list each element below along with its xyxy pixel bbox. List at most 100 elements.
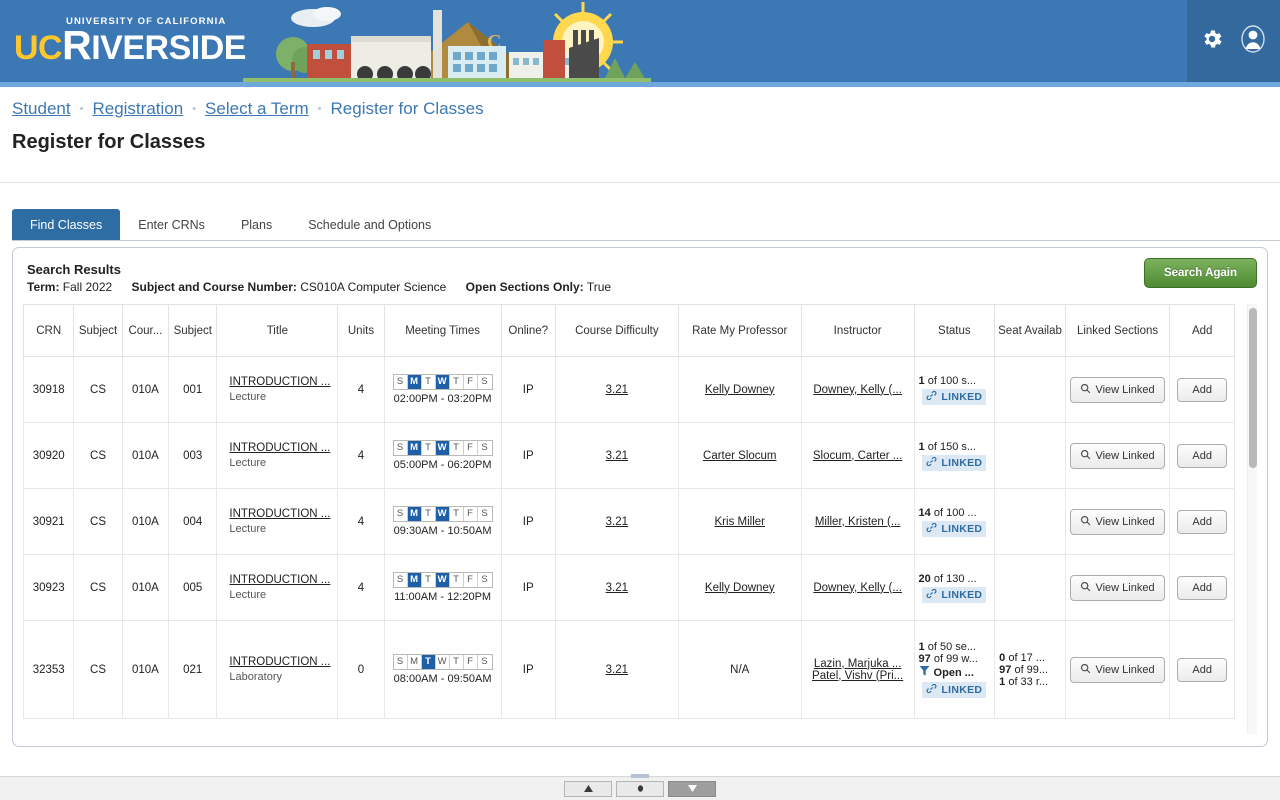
tab-schedule-and-options[interactable]: Schedule and Options [290,209,449,240]
cell-subject: CS [74,489,122,555]
tab-find-classes[interactable]: Find Classes [12,209,120,240]
rate-my-professor-link[interactable]: Carter Slocum [703,450,777,462]
course-difficulty-link[interactable]: 3.21 [606,450,628,462]
cell-instructor[interactable]: Downey, Kelly (... [801,555,914,621]
cell-linked-sections[interactable]: View Linked [1065,555,1170,621]
status-line: 20 of 130 ... [919,573,991,585]
course-difficulty-link[interactable]: 3.21 [606,582,628,594]
cell-title[interactable]: INTRODUCTION ...Lecture [217,489,338,555]
cell-course-difficulty[interactable]: 3.21 [555,621,678,719]
column-header-units[interactable]: Units [338,305,384,357]
cell-instructor[interactable]: Slocum, Carter ... [801,423,914,489]
scroll-dot-button[interactable] [616,781,664,797]
column-header-rate-my-professor[interactable]: Rate My Professor [678,305,801,357]
cell-add[interactable]: Add [1170,489,1235,555]
instructor-link[interactable]: Downey, Kelly (... [813,582,902,594]
view-linked-button[interactable]: View Linked [1070,657,1164,683]
add-button[interactable]: Add [1177,658,1227,682]
day-cell: T [422,441,436,455]
cell-add[interactable]: Add [1170,621,1235,719]
add-button[interactable]: Add [1177,444,1227,468]
cell-course-difficulty[interactable]: 3.21 [555,423,678,489]
day-cell: S [478,655,492,669]
day-cell: F [464,655,478,669]
rate-my-professor-link[interactable]: Kelly Downey [705,384,775,396]
column-header-status[interactable]: Status [914,305,995,357]
course-difficulty-link[interactable]: 3.21 [606,516,628,528]
column-header-instructor[interactable]: Instructor [801,305,914,357]
column-header-course-difficulty[interactable]: Course Difficulty [555,305,678,357]
day-cell: M [408,573,422,587]
view-linked-button[interactable]: View Linked [1070,509,1164,535]
cell-subject: CS [74,357,122,423]
tab-enter-crns[interactable]: Enter CRNs [120,209,223,240]
instructor-link[interactable]: Miller, Kristen (... [815,516,901,528]
view-linked-button[interactable]: View Linked [1070,443,1164,469]
column-header-meeting-times[interactable]: Meeting Times [384,305,501,357]
search-results-heading: Search Results [27,262,1255,277]
instructor-link[interactable]: Patel, Vishv (Pri... [812,670,903,682]
subject-course-label: Subject and Course Number: [132,280,297,294]
instructor-link[interactable]: Lazin, Marjuka ... [814,658,902,670]
instructor-link[interactable]: Slocum, Carter ... [813,450,902,462]
instructor-link[interactable]: Downey, Kelly (... [813,384,902,396]
add-button[interactable]: Add [1177,510,1227,534]
course-type-label: Lecture [229,457,333,469]
course-title-link[interactable]: INTRODUCTION ... [229,656,333,668]
search-again-button[interactable]: Search Again [1144,258,1257,288]
column-header-add[interactable]: Add [1170,305,1235,357]
cell-title[interactable]: INTRODUCTION ... Lecture [217,423,338,489]
view-linked-button[interactable]: View Linked [1070,575,1164,601]
course-difficulty-link[interactable]: 3.21 [606,384,628,396]
cell-linked-sections[interactable]: View Linked [1065,357,1170,423]
cell-linked-sections[interactable]: View Linked [1065,423,1170,489]
add-button[interactable]: Add [1177,378,1227,402]
column-header-online[interactable]: Online? [501,305,555,357]
course-title-link[interactable]: INTRODUCTION ... [229,508,333,520]
cell-rate-my-professor[interactable]: Kelly Downey [678,555,801,621]
table-scrollbar-thumb[interactable] [1249,308,1257,468]
course-title-link[interactable]: INTRODUCTION ... [229,376,333,388]
column-header-title[interactable]: Title [217,305,338,357]
course-title-link[interactable]: INTRODUCTION ... [229,574,333,586]
cell-instructor[interactable]: Miller, Kristen (... [801,489,914,555]
scroll-up-button[interactable] [564,781,612,797]
breadcrumb-item-student[interactable]: Student [12,99,71,119]
cell-add[interactable]: Add [1170,555,1235,621]
column-header-linked-sections[interactable]: Linked Sections [1065,305,1170,357]
cell-course-difficulty[interactable]: 3.21 [555,555,678,621]
table-scrollbar[interactable] [1247,304,1257,734]
tab-plans[interactable]: Plans [223,209,290,240]
cell-course-difficulty[interactable]: 3.21 [555,357,678,423]
cell-title[interactable]: INTRODUCTION ...Lecture [217,357,338,423]
breadcrumb-item-select-a-term[interactable]: Select a Term [205,99,309,119]
gear-icon[interactable] [1200,27,1224,56]
add-button[interactable]: Add [1177,576,1227,600]
cell-rate-my-professor[interactable]: Carter Slocum [678,423,801,489]
cell-linked-sections[interactable]: View Linked [1065,489,1170,555]
cell-instructor[interactable]: Lazin, Marjuka ...Patel, Vishv (Pri... [801,621,914,719]
view-linked-button[interactable]: View Linked [1070,377,1164,403]
scroll-down-button[interactable] [668,781,716,797]
cell-rate-my-professor: N/A [678,621,801,719]
column-header-cour[interactable]: Cour... [122,305,168,357]
cell-add[interactable]: Add [1170,423,1235,489]
rate-my-professor-link[interactable]: Kris Miller [715,516,765,528]
column-header-subject[interactable]: Subject [169,305,217,357]
column-header-seat-availab[interactable]: Seat Availab [995,305,1066,357]
breadcrumb-item-registration[interactable]: Registration [92,99,183,119]
cell-rate-my-professor[interactable]: Kelly Downey [678,357,801,423]
user-avatar-icon[interactable] [1238,24,1268,59]
column-header-subject[interactable]: Subject [74,305,122,357]
course-title-link[interactable]: INTRODUCTION ... [229,442,333,454]
column-header-crn[interactable]: CRN [24,305,74,357]
cell-instructor[interactable]: Downey, Kelly (... [801,357,914,423]
cell-title[interactable]: INTRODUCTION ...Lecture [217,555,338,621]
cell-title[interactable]: INTRODUCTION ...Laboratory [217,621,338,719]
cell-rate-my-professor[interactable]: Kris Miller [678,489,801,555]
cell-linked-sections[interactable]: View Linked [1065,621,1170,719]
cell-course-difficulty[interactable]: 3.21 [555,489,678,555]
rate-my-professor-link[interactable]: Kelly Downey [705,582,775,594]
cell-add[interactable]: Add [1170,357,1235,423]
course-difficulty-link[interactable]: 3.21 [606,664,628,676]
